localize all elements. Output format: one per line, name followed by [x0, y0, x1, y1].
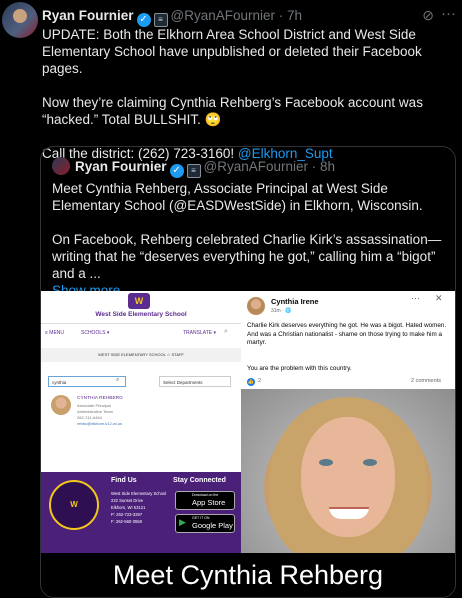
portrait-eye-left — [319, 459, 333, 466]
site-search-field: cynthia — [48, 376, 126, 387]
google-play-small: GET IT ON — [192, 516, 210, 520]
footer-address: West Side Elementary School 222 Sunset D… — [111, 491, 167, 524]
affiliate-badge-icon: ≡ — [186, 164, 201, 178]
affiliate-badge-icon: ≡ — [153, 13, 168, 27]
wildcats-logo-icon: W — [49, 480, 99, 530]
verified-badge-icon: ✓ — [169, 164, 184, 178]
site-department-select: Select Departments — [159, 376, 231, 387]
quoted-tweet[interactable]: Ryan Fournier ✓ ≡ @RyanAFournier · 8h Meet … — [40, 146, 456, 598]
google-play-icon: ▶ — [179, 517, 186, 527]
fb-close-icon: ✕ — [435, 293, 443, 303]
site-school-name: West Side Elementary School — [95, 311, 187, 318]
footer-stay-connected: Stay Connected — [173, 477, 226, 484]
staff-phone: 262-741-6464 — [77, 415, 102, 420]
fb-name: Cynthia Irene — [271, 297, 319, 306]
author-handle[interactable]: @RyanAFournier — [171, 8, 276, 23]
tweet-text: UPDATE: Both the Elkhorn Area School Dis… — [42, 26, 458, 162]
facebook-post-screenshot: Cynthia Irene 31m · 🌐 ··· ✕ Charlie Kirk… — [241, 291, 455, 389]
app-store-small: Download on the — [192, 493, 219, 497]
staff-title: Associate Principal — [77, 403, 111, 408]
portrait-photo — [241, 389, 455, 553]
quoted-author-avatar — [52, 157, 70, 175]
site-menu: ≡ MENU — [45, 330, 65, 336]
quoted-paragraph-2: On Facebook, Rehberg celebrated Charlie … — [52, 232, 442, 281]
site-schools: SCHOOLS ▾ — [81, 330, 110, 336]
quoted-author-handle: @RyanAFournier — [203, 159, 309, 174]
fb-like-icon: 👍 — [247, 378, 255, 386]
staff-name: CYNTHIA REHBERG — [77, 396, 123, 401]
staff-photo — [51, 395, 71, 415]
image-caption: Meet Cynthia Rehberg — [112, 560, 384, 590]
grok-icon[interactable]: ⊘ — [422, 7, 434, 24]
fb-more-icon: ··· — [411, 293, 420, 303]
author-avatar[interactable] — [2, 2, 38, 38]
more-options-icon[interactable]: ··· — [441, 5, 456, 22]
site-divider — [41, 323, 241, 324]
app-store-badge: Download on the App Store — [175, 491, 235, 510]
fb-reaction-count: 2 — [258, 378, 262, 384]
site-breadcrumb: WEST SIDE ELEMENTARY SCHOOL ☆ STAFF — [41, 348, 241, 362]
tweet-header: Ryan Fournier ✓ ≡ @RyanAFournier · 7h ⊘ ··· — [42, 5, 462, 27]
google-play-badge: ▶ GET IT ON Google Play — [175, 514, 235, 533]
fb-comment-count: 2 comments — [411, 378, 441, 384]
eye-roll-emoji: 🙄 — [204, 112, 222, 127]
quoted-tweet-time: · 8h — [311, 159, 336, 174]
school-website-screenshot: W West Side Elementary School ≡ MENU SCH… — [41, 291, 241, 553]
tweet-time[interactable]: · 7h — [279, 8, 302, 23]
fb-post-text-2: You are the problem with this country. — [247, 365, 352, 372]
fb-avatar — [247, 297, 265, 315]
google-play-big: Google Play — [192, 521, 233, 530]
site-search-icon: ⌕ — [224, 328, 228, 335]
staff-team: Administrative Team — [77, 409, 113, 414]
site-search-field-icon: ⌕ — [116, 377, 120, 383]
tweet-paragraph-2-text: Now they’re claiming Cynthia Rehberg’s F… — [42, 95, 423, 127]
fb-meta: 31m · 🌐 — [271, 308, 292, 314]
quoted-paragraph-1: Meet Cynthia Rehberg, Associate Principa… — [52, 181, 423, 213]
tweet-paragraph-2: Now they’re claiming Cynthia Rehberg’s F… — [42, 94, 458, 128]
attached-image[interactable]: W West Side Elementary School ≡ MENU SCH… — [41, 291, 455, 597]
app-store-big: App Store — [192, 498, 226, 507]
tweet-paragraph-1: UPDATE: Both the Elkhorn Area School Dis… — [42, 27, 422, 76]
verified-badge-icon: ✓ — [136, 13, 151, 27]
site-translate: TRANSLATE ▾ — [183, 330, 216, 336]
quoted-tweet-text: Meet Cynthia Rehberg, Associate Principa… — [52, 180, 448, 299]
quoted-tweet-header: Ryan Fournier ✓ ≡ @RyanAFournier · 8h — [75, 159, 335, 178]
portrait-face — [301, 417, 395, 537]
fb-post-text: Charlie Kirk deserves everything he got.… — [247, 322, 447, 346]
site-footer: W Find Us West Side Elementary School 22… — [41, 472, 241, 553]
author-name[interactable]: Ryan Fournier — [42, 8, 134, 23]
footer-find-us: Find Us — [111, 477, 137, 484]
portrait-smile — [329, 507, 369, 519]
staff-email: rehbc@elkhorn.k12.wi.us — [77, 421, 122, 426]
school-logo-icon: W — [128, 293, 150, 309]
portrait-eye-right — [363, 459, 377, 466]
quoted-author-name: Ryan Fournier — [75, 159, 167, 174]
